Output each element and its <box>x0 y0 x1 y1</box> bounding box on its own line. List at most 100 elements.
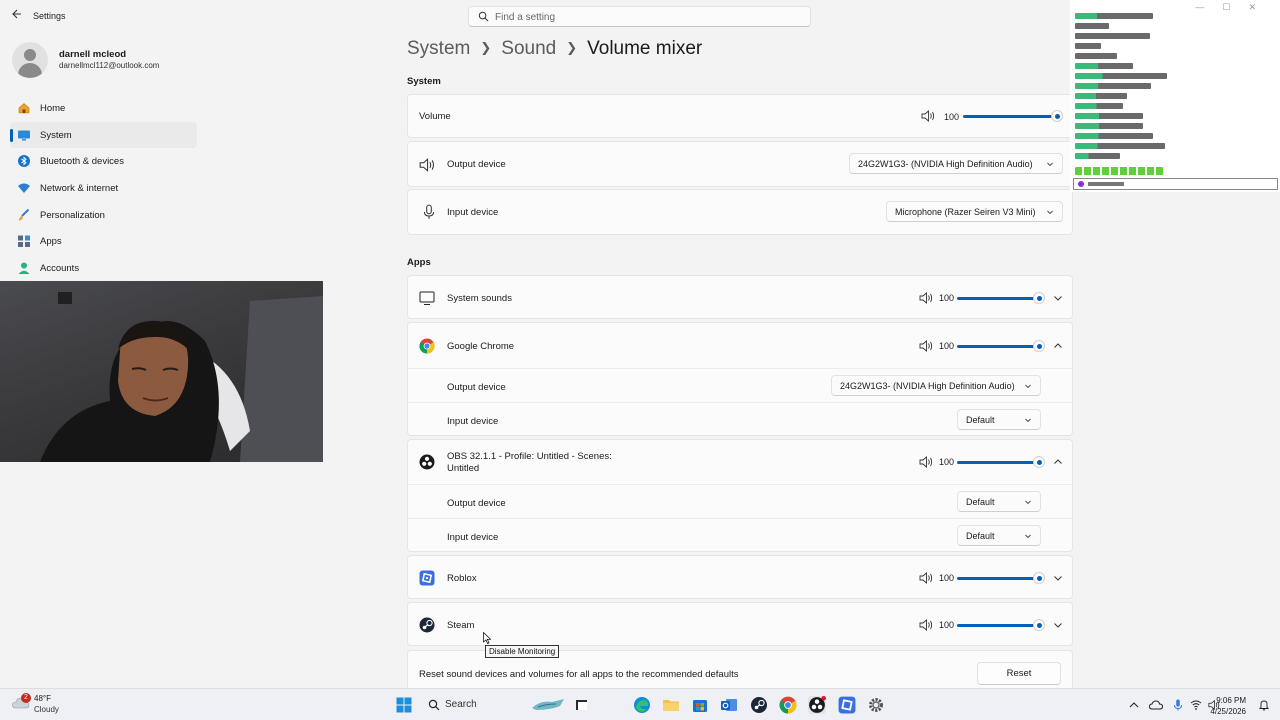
search-box[interactable] <box>468 6 811 27</box>
reset-description: Reset sound devices and volumes for all … <box>419 669 739 680</box>
chrome-icon[interactable] <box>779 696 797 714</box>
app-name-line1: OBS 32.1.1 - Profile: Untitled - Scenes: <box>447 451 612 462</box>
outlook-icon[interactable] <box>720 696 738 714</box>
volume-slider[interactable] <box>957 340 1045 352</box>
slider-thumb[interactable] <box>1033 340 1045 352</box>
chevron-down-icon[interactable] <box>1053 294 1063 302</box>
speaker-icon[interactable] <box>919 292 933 304</box>
taskbar-search[interactable]: Search <box>420 693 570 717</box>
dropdown-value: Default <box>966 497 995 507</box>
chat-line <box>1075 93 1127 99</box>
sidebar-item-label: Accounts <box>40 263 80 275</box>
breadcrumb: System ❯ Sound ❯ Volume mixer <box>407 38 702 60</box>
slider-thumb[interactable] <box>1033 572 1045 584</box>
app-name: Steam <box>447 620 475 631</box>
output-device-dropdown[interactable]: 24G2W1G3- (NVIDIA High Definition Audio) <box>849 153 1063 174</box>
input-device-label: Input device <box>447 207 499 218</box>
input-device-label: Input device <box>447 416 499 427</box>
search-input[interactable] <box>495 9 795 25</box>
slider-thumb[interactable] <box>1033 619 1045 631</box>
chrome-input-dropdown[interactable]: Default <box>957 409 1041 430</box>
volume-slider[interactable] <box>957 456 1045 468</box>
output-device-label: Output device <box>447 382 506 393</box>
app-name: Google Chrome <box>447 341 515 352</box>
slider-thumb[interactable] <box>1033 292 1045 304</box>
speaker-icon[interactable] <box>919 572 933 584</box>
chat-input[interactable] <box>1073 178 1278 190</box>
account-icon <box>18 262 30 275</box>
onedrive-cloud-icon[interactable] <box>1149 699 1163 711</box>
input-device-card: Input device Microphone (Razer Seiren V3… <box>407 189 1073 235</box>
settings-icon[interactable] <box>867 696 885 714</box>
roblox-icon[interactable] <box>838 696 856 714</box>
store-icon[interactable] <box>691 696 709 714</box>
volume-value: 100 <box>944 112 960 122</box>
speaker-icon[interactable] <box>919 340 933 352</box>
obs-icon[interactable] <box>808 696 826 714</box>
steam-icon <box>419 617 435 633</box>
clock-time: 9:06 PM <box>1216 696 1246 705</box>
slider-track <box>957 461 1039 464</box>
breadcrumb-system[interactable]: System <box>407 38 470 59</box>
volume-slider[interactable] <box>957 619 1045 631</box>
chat-line <box>1075 153 1120 159</box>
chevron-right-icon: ❯ <box>480 40 492 55</box>
sidebar-item-network[interactable]: Network & internet <box>10 175 197 202</box>
speaker-icon[interactable] <box>921 110 935 122</box>
mouse-cursor-icon <box>483 632 491 644</box>
system-icon <box>18 130 30 141</box>
chevron-up-icon[interactable] <box>1053 342 1063 350</box>
chevron-up-icon[interactable] <box>1128 699 1140 711</box>
network-icon <box>18 183 30 194</box>
chevron-up-icon[interactable] <box>1053 458 1063 466</box>
slider-thumb[interactable] <box>1051 110 1063 122</box>
slider-track <box>957 624 1039 627</box>
volume-slider[interactable] <box>957 292 1045 304</box>
chevron-down-icon[interactable] <box>1053 574 1063 582</box>
microphone-icon[interactable] <box>1172 699 1184 711</box>
dropdown-value: Default <box>966 531 995 541</box>
reset-button[interactable]: Reset <box>977 662 1061 685</box>
sidebar-item-personalization[interactable]: Personalization <box>10 202 197 229</box>
edge-icon[interactable] <box>633 696 651 714</box>
sidebar-item-home[interactable]: Home <box>10 95 197 122</box>
speaker-icon[interactable] <box>919 456 933 468</box>
obs-output-dropdown[interactable]: Default <box>957 491 1041 512</box>
back-arrow-icon[interactable] <box>8 8 24 24</box>
weather-desc: Cloudy <box>34 705 59 714</box>
output-device-label: Output device <box>447 159 506 170</box>
steam-icon[interactable] <box>750 696 768 714</box>
input-device-dropdown[interactable]: Microphone (Razer Seiren V3 Mini) <box>886 201 1063 222</box>
volume-slider[interactable] <box>963 110 1063 122</box>
app-card-system-sounds: System sounds 100 <box>407 275 1073 319</box>
microphone-icon <box>423 204 435 219</box>
obs-input-dropdown[interactable]: Default <box>957 525 1041 546</box>
clock-date: 4/25/2026 <box>1210 707 1246 716</box>
slider-thumb[interactable] <box>1033 456 1045 468</box>
sidebar-item-apps[interactable]: Apps <box>10 228 197 255</box>
slider-track <box>957 297 1039 300</box>
file-explorer-icon[interactable] <box>662 696 680 714</box>
output-device-label: Output device <box>447 498 506 509</box>
sidebar-item-system[interactable]: System <box>10 121 197 149</box>
task-view-icon[interactable] <box>573 696 591 714</box>
emote-bar[interactable] <box>1075 167 1163 175</box>
app-name: Roblox <box>447 573 477 584</box>
obs-output-row: Output device Default <box>408 484 1072 518</box>
chevron-down-icon[interactable] <box>1053 621 1063 629</box>
sidebar-item-label: System <box>40 129 72 141</box>
breadcrumb-sound[interactable]: Sound <box>501 38 556 59</box>
chevron-right-icon: ❯ <box>566 40 578 55</box>
windows-start-icon[interactable] <box>396 697 412 713</box>
sidebar-item-label: Apps <box>40 236 62 248</box>
speaker-icon[interactable] <box>919 619 933 631</box>
notification-bell-icon[interactable] <box>1258 699 1270 711</box>
window-controls[interactable]: —☐✕ <box>1195 2 1274 13</box>
volume-slider[interactable] <box>957 572 1045 584</box>
taskbar-search-label: Search <box>445 699 477 710</box>
chrome-output-dropdown[interactable]: 24G2W1G3- (NVIDIA High Definition Audio) <box>831 375 1041 396</box>
clock[interactable]: 9:06 PM 4/25/2026 <box>1198 695 1246 717</box>
section-heading-system: System <box>407 76 441 87</box>
sidebar-item-accounts[interactable]: Accounts <box>10 255 197 282</box>
sidebar-item-bluetooth[interactable]: Bluetooth & devices <box>10 148 197 175</box>
